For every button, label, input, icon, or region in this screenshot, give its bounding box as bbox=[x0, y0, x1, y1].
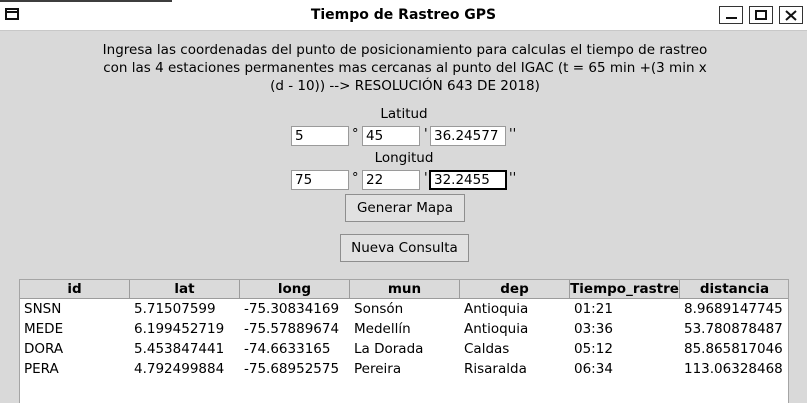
minute-symbol: ' bbox=[424, 127, 428, 142]
longitude-minutes-input[interactable]: 22 bbox=[362, 170, 420, 190]
cell-dep: Caldas bbox=[464, 341, 510, 357]
cell-distancia: 85.865817046 bbox=[684, 341, 783, 357]
table-row[interactable]: DORA 5.453847441 -74.6633165 La Dorada C… bbox=[20, 339, 788, 359]
cell-dep: Antioquia bbox=[464, 321, 529, 337]
close-icon bbox=[785, 10, 797, 21]
instructions-text: Ingresa las coordenadas del punto de pos… bbox=[80, 41, 730, 95]
cell-lat: 5.453847441 bbox=[134, 341, 225, 357]
cell-dep: Risaralda bbox=[464, 361, 527, 377]
latitude-degrees-input[interactable]: 5 bbox=[291, 126, 349, 146]
table-header: id lat long mun dep Tiempo_rastre distan… bbox=[20, 280, 788, 299]
column-header-dep[interactable]: dep bbox=[460, 280, 570, 299]
latitude-seconds-input[interactable]: 36.24577 bbox=[430, 126, 506, 146]
degree-symbol: ° bbox=[352, 171, 359, 186]
cell-mun: La Dorada bbox=[354, 341, 424, 357]
cell-tiempo-rastreo: 01:21 bbox=[574, 301, 613, 317]
instructions-line: (d - 10)) --> RESOLUCIÓN 643 DE 2018) bbox=[270, 78, 540, 94]
latitude-label: Latitud bbox=[380, 106, 428, 122]
column-header-long[interactable]: long bbox=[240, 280, 350, 299]
second-symbol: '' bbox=[509, 171, 517, 186]
cell-id: SNSN bbox=[24, 301, 62, 317]
column-header-tiempo-rastreo[interactable]: Tiempo_rastre bbox=[570, 280, 680, 299]
cell-distancia: 113.06328468 bbox=[684, 361, 783, 377]
title-bar-accent bbox=[0, 0, 172, 2]
cell-tiempo-rastreo: 05:12 bbox=[574, 341, 613, 357]
cell-mun: Sonsón bbox=[354, 301, 404, 317]
cell-long: -75.68952575 bbox=[244, 361, 340, 377]
column-header-distancia[interactable]: distancia bbox=[680, 280, 788, 299]
cell-distancia: 53.780878487 bbox=[684, 321, 783, 337]
minute-symbol: ' bbox=[424, 171, 428, 186]
cell-distancia: 8.9689147745 bbox=[684, 301, 783, 317]
cell-id: MEDE bbox=[24, 321, 64, 337]
cell-lat: 5.71507599 bbox=[134, 301, 216, 317]
cell-long: -75.30834169 bbox=[244, 301, 340, 317]
cell-lat: 6.199452719 bbox=[134, 321, 225, 337]
cell-tiempo-rastreo: 06:34 bbox=[574, 361, 613, 377]
cell-id: PERA bbox=[24, 361, 59, 377]
results-table: id lat long mun dep Tiempo_rastre distan… bbox=[19, 279, 789, 403]
degree-symbol: ° bbox=[352, 127, 359, 142]
second-symbol: '' bbox=[509, 127, 517, 142]
cell-id: DORA bbox=[24, 341, 64, 357]
close-button[interactable] bbox=[779, 6, 803, 24]
longitude-label: Longitud bbox=[374, 150, 434, 166]
table-row[interactable]: PERA 4.792499884 -75.68952575 Pereira Ri… bbox=[20, 359, 788, 379]
latitude-minutes-input[interactable]: 45 bbox=[362, 126, 420, 146]
instructions-line: Ingresa las coordenadas del punto de pos… bbox=[102, 42, 708, 58]
column-header-mun[interactable]: mun bbox=[350, 280, 460, 299]
instructions-line: con las 4 estaciones permanentes mas cer… bbox=[103, 60, 707, 76]
new-query-button[interactable]: Nueva Consulta bbox=[340, 234, 469, 262]
minimize-button[interactable] bbox=[719, 6, 743, 24]
title-bar: Tiempo de Rastreo GPS bbox=[0, 0, 807, 31]
longitude-degrees-input[interactable]: 75 bbox=[291, 170, 349, 190]
table-row[interactable]: MEDE 6.199452719 -75.57889674 Medellín A… bbox=[20, 319, 788, 339]
cell-mun: Pereira bbox=[354, 361, 402, 377]
longitude-seconds-input[interactable]: 32.2455 bbox=[429, 170, 507, 190]
generate-map-button[interactable]: Generar Mapa bbox=[345, 194, 465, 222]
cell-lat: 4.792499884 bbox=[134, 361, 225, 377]
window-title: Tiempo de Rastreo GPS bbox=[310, 7, 497, 23]
table-row[interactable]: SNSN 5.71507599 -75.30834169 Sonsón Anti… bbox=[20, 299, 788, 319]
cell-long: -74.6633165 bbox=[244, 341, 331, 357]
cell-tiempo-rastreo: 03:36 bbox=[574, 321, 613, 337]
column-header-id[interactable]: id bbox=[20, 280, 130, 299]
cell-mun: Medellín bbox=[354, 321, 411, 337]
cell-long: -75.57889674 bbox=[244, 321, 340, 337]
cell-dep: Antioquia bbox=[464, 301, 529, 317]
maximize-button[interactable] bbox=[749, 6, 773, 24]
column-header-lat[interactable]: lat bbox=[130, 280, 240, 299]
